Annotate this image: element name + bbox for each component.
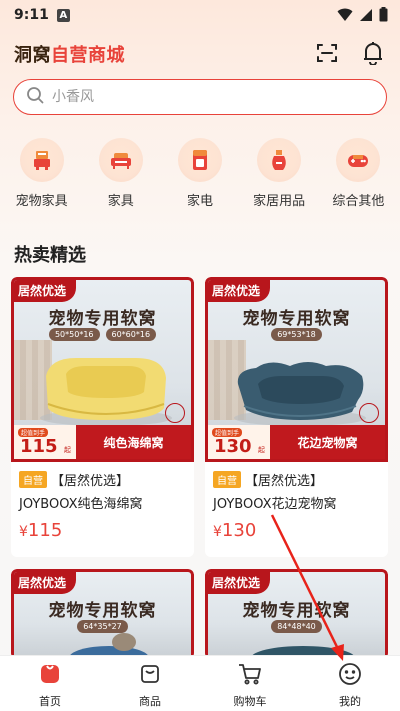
product-card[interactable]: 居然优选 宠物专用软窝 64*35*27 xyxy=(11,569,194,659)
vase-icon xyxy=(257,138,302,182)
product-title-line2: JOYBOOX花边宠物窝 xyxy=(213,497,337,512)
pet-furniture-icon xyxy=(19,138,64,182)
gamepad-icon xyxy=(336,138,381,182)
scan-icon[interactable] xyxy=(314,40,340,66)
tab-label: 购物车 xyxy=(233,695,267,708)
product-badge: 居然优选 xyxy=(14,572,77,594)
battery-icon xyxy=(379,7,388,26)
bag-icon xyxy=(138,662,162,690)
category-furniture[interactable]: 家具 xyxy=(83,138,159,209)
product-image[interactable]: 居然优选 宠物专用软窝 50*50*16 60*60*16 超值到手 115 起… xyxy=(11,277,194,462)
product-title-line1: 【居然优选】 xyxy=(245,474,324,489)
product-image-title: 宠物专用软窝 xyxy=(48,601,157,621)
product-image-title: 宠物专用软窝 xyxy=(48,309,157,329)
blue-pet-bed-image xyxy=(230,348,370,432)
product-price: ¥115 xyxy=(19,520,63,541)
app-header: 洞窝自营商城 xyxy=(14,38,386,70)
product-image[interactable]: 居然优选 宠物专用软窝 84*48*40 xyxy=(205,569,388,659)
appliance-icon xyxy=(177,138,222,182)
price-tag-value: 115 xyxy=(20,436,58,457)
product-strip-name: 纯色海绵窝 xyxy=(76,425,191,459)
size-chip: 69*53*18 xyxy=(271,328,322,341)
tab-label: 首页 xyxy=(39,695,61,708)
cart-icon xyxy=(237,662,263,690)
category-appliance[interactable]: 家电 xyxy=(162,138,238,209)
category-label: 宠物家具 xyxy=(15,194,68,209)
tab-home[interactable]: 首页 xyxy=(0,656,100,711)
tab-label: 商品 xyxy=(139,695,161,708)
app-title: 洞窝自营商城 xyxy=(14,41,125,67)
section-title-hot: 热卖精选 xyxy=(14,245,86,266)
size-chip: 60*60*16 xyxy=(105,328,157,341)
self-operated-badge: 自营 xyxy=(19,471,47,488)
product-badge: 居然优选 xyxy=(208,280,271,302)
search-bar[interactable] xyxy=(13,79,387,115)
product-image[interactable]: 居然优选 宠物专用软窝 64*35*27 xyxy=(11,569,194,659)
category-home-goods[interactable]: 家居用品 xyxy=(241,138,317,209)
status-time: 9:11 xyxy=(14,7,49,23)
tab-cart[interactable]: 购物车 xyxy=(200,656,300,711)
brand-seal-icon xyxy=(359,403,379,423)
category-label: 综合其他 xyxy=(332,194,385,209)
self-operated-badge: 自营 xyxy=(213,471,241,488)
search-icon xyxy=(26,86,44,108)
product-title-line1: 【居然优选】 xyxy=(51,474,130,489)
signal-icon xyxy=(359,8,373,26)
product-card[interactable]: 居然优选 宠物专用软窝 50*50*16 60*60*16 超值到手 115 起… xyxy=(11,277,194,557)
product-image-title: 宠物专用软窝 xyxy=(242,309,351,329)
wifi-icon xyxy=(337,8,353,26)
category-row: 宠物家具 家具 家电 家居用品 综合其他 xyxy=(0,138,400,209)
search-input[interactable] xyxy=(52,89,352,105)
price-tag-unit: 起 xyxy=(258,446,265,454)
product-card[interactable]: 居然优选 宠物专用软窝 69*53*18 超值到手 130 起 花边宠物窝 自营 xyxy=(205,277,388,557)
brand-seal-icon xyxy=(165,403,185,423)
notification-bell-icon[interactable] xyxy=(360,40,386,66)
category-label: 家电 xyxy=(186,194,213,209)
tab-profile[interactable]: 我的 xyxy=(300,656,400,711)
product-image-title: 宠物专用软窝 xyxy=(242,601,351,621)
app-title-store: 自营商城 xyxy=(51,45,125,66)
notification-a-icon: A xyxy=(56,8,70,22)
size-chip: 84*48*40 xyxy=(271,620,322,633)
tab-products[interactable]: 商品 xyxy=(100,656,200,711)
product-badge: 居然优选 xyxy=(208,572,271,594)
product-card[interactable]: 居然优选 宠物专用软窝 84*48*40 xyxy=(205,569,388,659)
product-price: ¥130 xyxy=(213,520,257,541)
product-title-line2: JOYBOOX纯色海绵窝 xyxy=(19,497,143,512)
product-strip-name: 花边宠物窝 xyxy=(270,425,385,459)
category-label: 家具 xyxy=(107,194,134,209)
yellow-pet-bed-image xyxy=(36,348,176,432)
sofa-icon xyxy=(98,138,143,182)
app-title-brand: 洞窝 xyxy=(14,45,51,66)
price-tag-unit: 起 xyxy=(64,446,71,454)
size-chip: 50*50*16 xyxy=(48,328,100,341)
price-tag-value: 130 xyxy=(214,436,252,457)
category-pet-furniture[interactable]: 宠物家具 xyxy=(4,138,80,209)
tab-label: 我的 xyxy=(339,695,361,708)
product-image[interactable]: 居然优选 宠物专用软窝 69*53*18 超值到手 130 起 花边宠物窝 xyxy=(205,277,388,462)
product-badge: 居然优选 xyxy=(14,280,77,302)
bottom-tab-bar: 首页 商品 购物车 我的 xyxy=(0,655,400,711)
category-other[interactable]: 综合其他 xyxy=(320,138,396,209)
status-bar: 9:11 A xyxy=(0,0,400,30)
category-label: 家居用品 xyxy=(253,194,306,209)
profile-icon xyxy=(338,662,362,690)
home-icon xyxy=(38,662,62,690)
